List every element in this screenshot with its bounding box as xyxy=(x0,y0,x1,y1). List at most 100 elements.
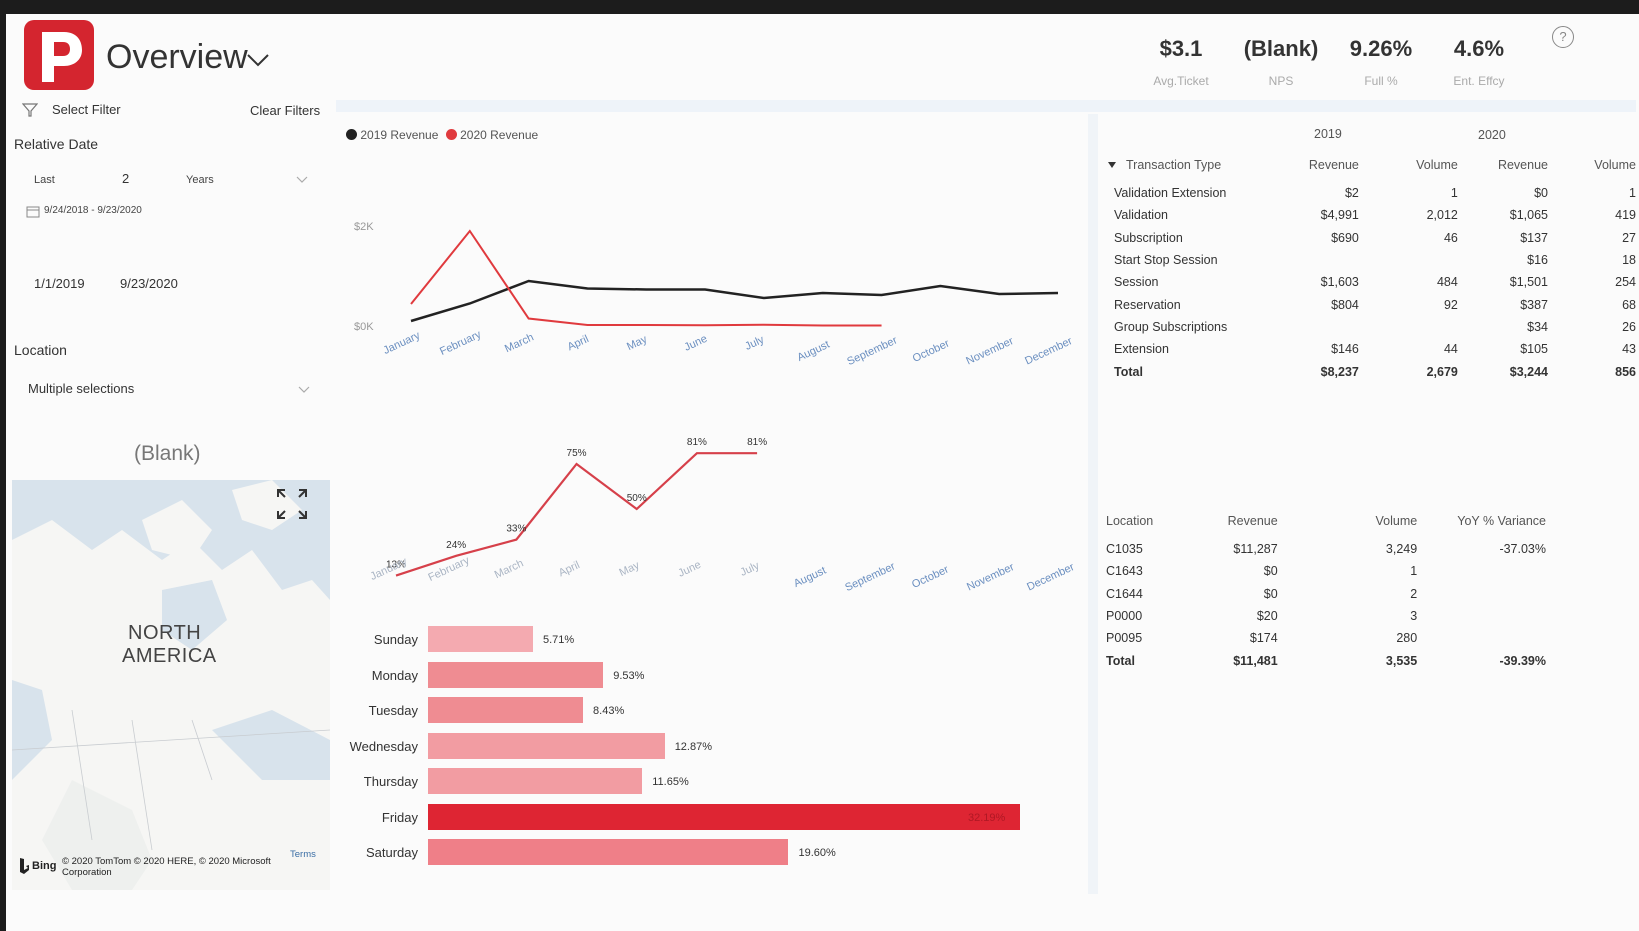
transaction-table: Transaction Type Revenue Volume Revenue … xyxy=(1106,148,1636,383)
loc-row[interactable]: C1644 $0 2 xyxy=(1106,583,1546,605)
data-label: 50% xyxy=(627,493,647,504)
tx-cell: Validation Extension xyxy=(1114,186,1227,201)
bar-category-label: Monday xyxy=(371,667,418,683)
location-chevron-icon[interactable] xyxy=(298,386,310,394)
loc-total-row: Total $11,481 3,535 -39.39% xyxy=(1106,649,1546,671)
tx-row[interactable]: Session $1,603 484 $1,501 254 xyxy=(1106,271,1636,293)
weekday-bar[interactable] xyxy=(428,803,1020,830)
x-tick-label: December xyxy=(1023,335,1074,367)
loc-row[interactable]: C1035 $11,287 3,249 -37.03% xyxy=(1106,538,1546,560)
col-transaction-type[interactable]: Transaction Type xyxy=(1106,148,1282,182)
tx-cell: $1,065 xyxy=(1509,208,1548,223)
weekday-bar[interactable] xyxy=(428,697,584,723)
weekday-bar[interactable] xyxy=(428,839,789,865)
period-value-input[interactable]: 2 xyxy=(122,171,129,186)
bar-data-label: 32.19% xyxy=(968,811,1006,824)
kpi-effcy-label: Ent. Effcy xyxy=(1453,74,1505,88)
x-tick-label: February xyxy=(438,328,483,358)
relative-date-label: Relative Date xyxy=(14,136,99,152)
end-date-input[interactable]: 9/23/2020 xyxy=(120,276,178,291)
x-tick-label: June xyxy=(682,333,709,354)
map-terms-link[interactable]: Terms xyxy=(290,849,316,860)
loc-cell: $174 xyxy=(1249,631,1278,646)
col-loc-revenue[interactable]: Revenue xyxy=(1192,504,1278,538)
tx-cell: 43 xyxy=(1622,342,1636,357)
loc-row[interactable]: C1643 $0 1 xyxy=(1106,560,1546,582)
revenue-legend: 2019 Revenue 2020 Revenue xyxy=(346,128,538,142)
weekday-bar[interactable] xyxy=(428,626,533,652)
help-icon[interactable]: ? xyxy=(1552,26,1574,48)
bing-label: Bing xyxy=(32,860,57,872)
loc-cell: -37.03% xyxy=(1499,542,1546,557)
clear-filters-button[interactable]: Clear Filters xyxy=(250,103,320,118)
col-volume-2020[interactable]: Volume xyxy=(1548,148,1636,182)
tx-cell: 27 xyxy=(1622,230,1636,245)
loc-total-cell: Total xyxy=(1106,653,1135,668)
loc-cell: $0 xyxy=(1263,586,1278,601)
percentage-line-chart: 13%24%33%75%50%81% 81%January February Marc… xyxy=(368,437,1076,594)
tx-row[interactable]: Start Stop Session $16 18 xyxy=(1106,249,1636,271)
bar-data-label: 8.43% xyxy=(593,705,625,717)
loc-row[interactable]: P0000 $20 3 xyxy=(1106,605,1546,627)
weekday-bar[interactable] xyxy=(428,732,665,759)
bar-data-label: 5.71% xyxy=(543,634,575,646)
tx-row[interactable]: Validation Extension $2 1 $0 1 xyxy=(1106,182,1636,204)
loc-cell: C1643 xyxy=(1106,564,1143,579)
data-label: 33% xyxy=(506,524,526,535)
tx-cell: 68 xyxy=(1622,297,1636,312)
tx-cell: $105 xyxy=(1520,342,1548,357)
tx-cell: $34 xyxy=(1527,319,1548,334)
select-filter-label[interactable]: Select Filter xyxy=(52,102,121,117)
map-region-label-1: NORTH xyxy=(128,622,202,644)
tx-row[interactable]: Subscription $690 46 $137 27 xyxy=(1106,227,1636,249)
tx-row[interactable]: Group Subscriptions $34 26 xyxy=(1106,316,1636,338)
loc-row[interactable]: P0095 $174 280 xyxy=(1106,627,1546,649)
blank-value-card: (Blank) xyxy=(134,442,201,465)
col-revenue-2019[interactable]: Revenue xyxy=(1282,148,1359,182)
tx-cell: $0 xyxy=(1534,186,1548,201)
kpi-nps-value: (Blank) xyxy=(1243,36,1319,61)
col-location[interactable]: Location xyxy=(1106,504,1192,538)
location-map[interactable]: NORTH AMERICA Bing © 2020 TomTom © 2020 … xyxy=(12,480,330,890)
weekday-bar[interactable] xyxy=(428,661,604,688)
tx-row[interactable]: Validation $4,991 2,012 $1,065 419 xyxy=(1106,204,1636,226)
col-volume-2019[interactable]: Volume xyxy=(1359,148,1458,182)
weekday-bar[interactable] xyxy=(428,768,643,794)
tx-cell xyxy=(1282,316,1359,338)
kpi-full-value: 9.26% xyxy=(1349,36,1413,61)
tx-row[interactable]: Extension $146 44 $105 43 xyxy=(1106,338,1636,360)
map-attribution: © 2020 TomTom © 2020 HERE, © 2020 Micros… xyxy=(62,856,271,878)
bar-category-label: Saturday xyxy=(365,845,418,860)
y-tick-label: $2K xyxy=(354,221,374,233)
unit-chevron-icon[interactable] xyxy=(296,176,308,184)
filter-icon[interactable] xyxy=(22,102,38,118)
tx-row[interactable]: Reservation $804 92 $387 68 xyxy=(1106,293,1636,315)
expand-icon[interactable] xyxy=(276,488,308,520)
app-logo xyxy=(24,20,94,90)
col-revenue-2020[interactable]: Revenue xyxy=(1458,148,1548,182)
tx-cell: $146 xyxy=(1331,342,1359,357)
start-date-input[interactable]: 1/1/2019 xyxy=(34,276,85,291)
x-tick-label: September xyxy=(843,560,897,594)
loc-cell: P0095 xyxy=(1106,631,1143,646)
loc-cell xyxy=(1417,560,1546,582)
col-loc-variance[interactable]: YoY % Variance xyxy=(1417,504,1546,538)
tx-total-cell: 2,679 xyxy=(1426,364,1458,379)
period-dropdown[interactable]: Last xyxy=(34,174,55,186)
period-unit-dropdown[interactable]: Years xyxy=(186,174,214,186)
x-tick-label: November xyxy=(964,335,1015,367)
loc-cell xyxy=(1417,583,1546,605)
col-loc-volume[interactable]: Volume xyxy=(1278,504,1417,538)
x-tick-label: October xyxy=(911,337,952,365)
tx-cell: $4,991 xyxy=(1320,208,1359,223)
weekday-bar-chart: Sunday 5.71% Monday 9.53% Tuesday 8.43% Wednes… xyxy=(336,626,1056,886)
chevron-down-icon[interactable] xyxy=(246,52,270,68)
loc-total-cell: $11,481 xyxy=(1233,653,1278,668)
location-dropdown[interactable]: Multiple selections xyxy=(28,381,134,396)
tx-cell: 484 xyxy=(1436,275,1458,290)
tx-cell: 18 xyxy=(1622,253,1636,268)
tx-cell: Subscription xyxy=(1114,230,1183,245)
map-land-shapes xyxy=(12,480,330,890)
tx-cell: 2,012 xyxy=(1426,208,1458,223)
bar-category-label: Friday xyxy=(381,809,418,825)
